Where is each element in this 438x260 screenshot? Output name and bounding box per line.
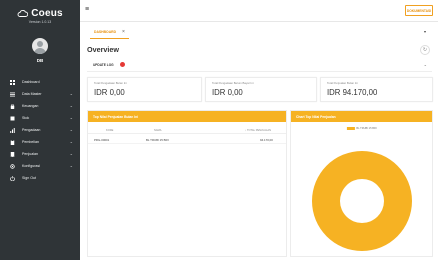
chart-legend[interactable]: BL TRUBI 15 BRI [346, 127, 377, 130]
sidebar-item-label: Stok [22, 116, 30, 120]
panel-header: Chart Top Nilai Penjualan [291, 111, 432, 122]
page-title: Overview [87, 45, 119, 54]
stat-card-value: IDR 94.170,00 [327, 88, 378, 97]
sidebar-item-label: Data Master [22, 92, 42, 96]
top-bar: ≡ DOKUMENTASI [80, 0, 438, 22]
box-icon [10, 116, 15, 121]
stat-card-caption: Total Penjualan Bulan Ini [327, 81, 358, 85]
sidebar-item-label: Keuangan [22, 104, 39, 108]
documentation-button[interactable]: DOKUMENTASI [405, 5, 433, 16]
grid-icon [10, 79, 15, 85]
sidebar-item-stok[interactable]: Stok ⌄ [0, 112, 80, 124]
column-header-nama[interactable]: NAMA [154, 129, 162, 132]
donut-slice[interactable] [312, 150, 412, 252]
table-header: KODE NAMA ↓ TOTAL PENJUALAN [88, 126, 286, 134]
stat-card-pengadaan-belum-bayar: Total Pengadaan Belum Bayar Ini IDR 0,00 [205, 77, 317, 102]
stat-card-pengadaan: Total Pengadaan Bulan Ini IDR 0,00 [87, 77, 202, 102]
chevron-down-icon: ⌄ [69, 151, 73, 156]
sidebar-item-data-master[interactable]: Data Master ⌄ [0, 88, 80, 100]
donut-chart [312, 150, 412, 252]
sidebar-item-konfigurasi[interactable]: Konfigurasi ⌄ [0, 160, 80, 172]
update-log-bar[interactable]: UPDATE LOG ⌄ [87, 59, 432, 72]
notification-dot-icon [120, 62, 125, 67]
legend-label: BL TRUBI 15 BRI [356, 127, 377, 130]
chevron-down-icon: ⌄ [69, 163, 73, 168]
avatar-body [34, 48, 46, 54]
table-row[interactable]: PRG-00001 BL TRUBI 15 BRI 94.170,00 [88, 135, 286, 144]
sidebar-item-pembelian[interactable]: Pembelian ⌄ [0, 136, 80, 148]
column-header-total[interactable]: ↓ TOTAL PENJUALAN [245, 129, 271, 132]
settings-icon [10, 163, 15, 169]
tab-dashboard[interactable]: DASHBOARD × [90, 26, 129, 39]
close-icon[interactable]: × [122, 29, 125, 35]
caret-down-icon[interactable]: ▾ [424, 29, 426, 34]
cell-nama: BL TRUBI 15 BRI [146, 138, 169, 142]
chart-panel: Chart Top Nilai Penjualan BL TRUBI 15 BR… [290, 110, 433, 257]
sidebar-item-label: Pengadaan [22, 128, 41, 132]
chevron-down-icon: ⌄ [69, 127, 73, 132]
chevron-down-icon: ⌄ [423, 62, 427, 67]
stat-card-caption: Total Pengadaan Bulan Ini [94, 81, 127, 85]
user-initials: DB [36, 58, 44, 63]
stat-card-value: IDR 0,00 [212, 88, 243, 97]
brand-version: Version 1.0.13 [28, 20, 52, 24]
app-root: Coeus Version 1.0.13 DB Dashboard Data M… [0, 0, 438, 260]
sidebar-nav: Dashboard Data Master ⌄ Keuangan ⌄ Stok … [0, 76, 80, 184]
cloud-logo-icon [17, 10, 29, 17]
list-icon [10, 92, 15, 97]
power-icon [10, 175, 15, 181]
avatar[interactable] [32, 38, 48, 54]
cell-kode: PRG-00001 [94, 138, 110, 142]
sidebar-item-penjualan[interactable]: Penjualan ⌄ [0, 148, 80, 160]
clipboard-icon [10, 139, 15, 145]
sidebar-item-label: Sign Out [22, 176, 36, 180]
sidebar-item-sign-out[interactable]: Sign Out [0, 172, 80, 184]
bar-chart-icon [10, 127, 15, 133]
chevron-down-icon: ⌄ [69, 139, 73, 144]
receipt-icon [10, 151, 15, 157]
stat-card-value: IDR 0,00 [94, 88, 125, 97]
tab-label: DASHBOARD [94, 30, 117, 34]
sidebar-item-label: Dashboard [22, 80, 40, 84]
chevron-down-icon: ⌄ [69, 91, 73, 96]
stat-card-penjualan: Total Penjualan Bulan Ini IDR 94.170,00 [320, 77, 433, 102]
sidebar-item-pengadaan[interactable]: Pengadaan ⌄ [0, 124, 80, 136]
sidebar-item-keuangan[interactable]: Keuangan ⌄ [0, 100, 80, 112]
column-header-kode[interactable]: KODE [106, 129, 113, 132]
sidebar: Coeus Version 1.0.13 DB Dashboard Data M… [0, 0, 80, 260]
sidebar-item-label: Penjualan [22, 152, 38, 156]
avatar-head [37, 41, 43, 47]
panel-header: Top Nilai Penjualan Bulan Ini [88, 111, 286, 122]
cell-total: 94.170,00 [260, 138, 273, 142]
chevron-down-icon: ⌄ [69, 103, 73, 108]
sidebar-item-label: Konfigurasi [22, 164, 40, 168]
bag-icon [10, 103, 15, 109]
stat-card-caption: Total Pengadaan Belum Bayar Ini [212, 81, 254, 85]
hamburger-menu-icon[interactable]: ≡ [85, 6, 89, 13]
update-log-label: UPDATE LOG [93, 63, 114, 67]
refresh-icon[interactable]: ↻ [420, 45, 430, 55]
tab-bar: DASHBOARD × ▾ [80, 22, 438, 42]
brand-name: Coeus [31, 8, 63, 19]
brand: Coeus Version 1.0.13 [0, 8, 80, 24]
legend-swatch [346, 127, 355, 130]
chevron-down-icon: ⌄ [69, 115, 73, 120]
sidebar-item-label: Pembelian [22, 140, 39, 144]
top-sales-panel: Top Nilai Penjualan Bulan Ini KODE NAMA … [87, 110, 287, 257]
sidebar-item-dashboard[interactable]: Dashboard [0, 76, 80, 88]
